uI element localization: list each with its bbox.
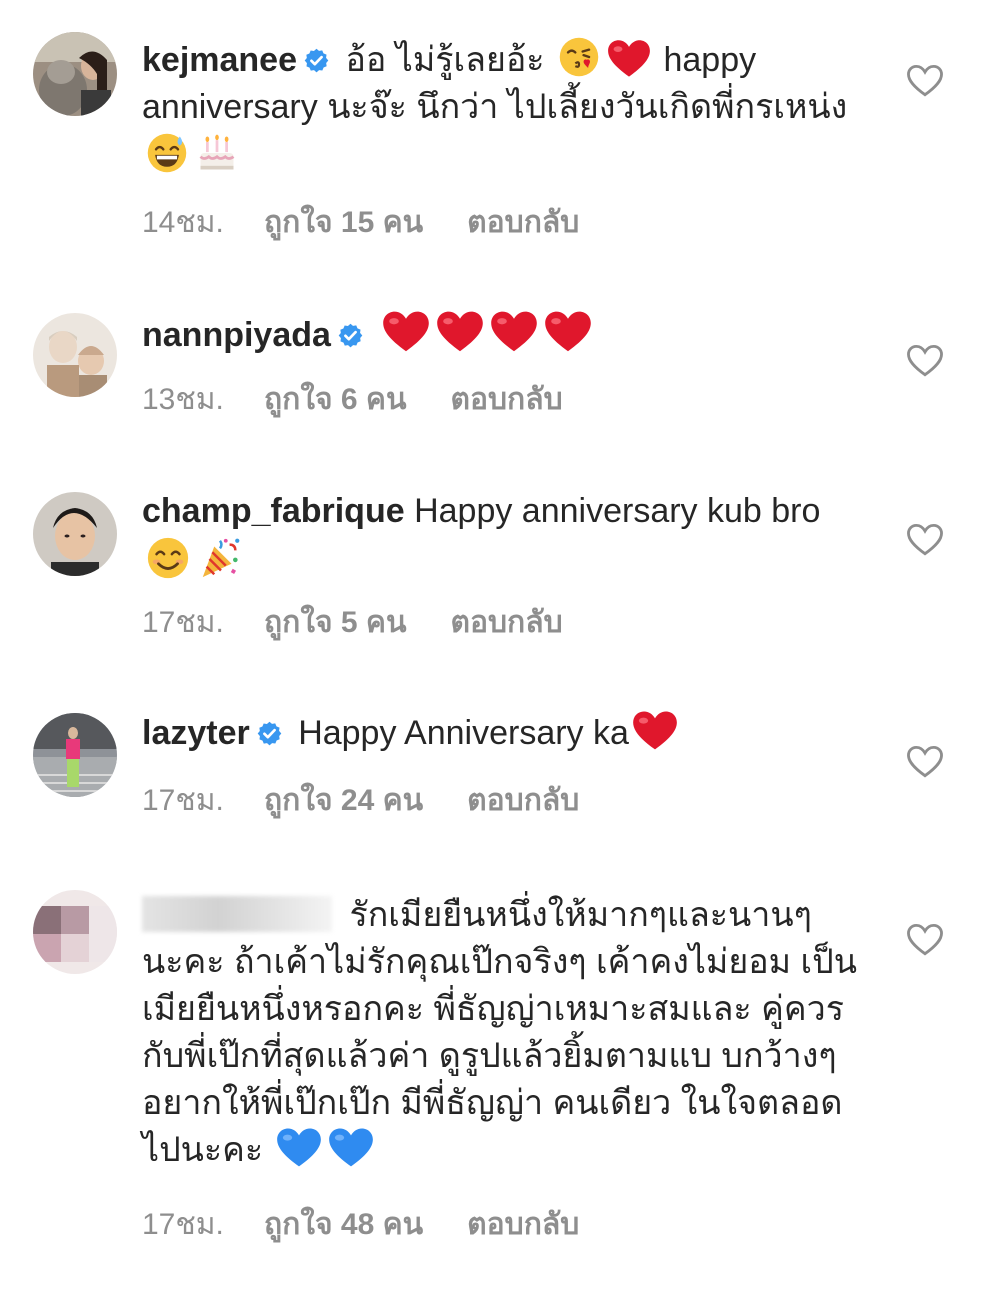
comment-time: 17ชม. — [142, 606, 224, 639]
red-heart-emoji — [632, 710, 678, 752]
comment-time: 13ชม. — [142, 383, 224, 416]
comment-text: Happy Anniversary ka — [298, 714, 629, 752]
reply-button[interactable]: ตอบกลับ — [451, 376, 563, 423]
avatar[interactable] — [33, 713, 117, 797]
like-heart-icon[interactable] — [906, 344, 944, 378]
comment-time: 17ชม. — [142, 784, 224, 817]
blurred-username — [142, 896, 332, 932]
comment-body: รักเมียยืนหนึ่งให้มากๆและนานๆ นะคะ ถ้าเค… — [142, 892, 862, 1174]
avatar[interactable] — [33, 32, 117, 116]
avatar[interactable] — [33, 313, 117, 397]
comment-time: 14ชม. — [142, 206, 224, 239]
comment-body: kejmanee อ้อ ไม่รู้เลยอ้ะ happy annivers… — [142, 35, 862, 180]
red-heart-emoji — [436, 310, 484, 354]
comment-likes[interactable]: ถูกใจ 15 คน — [264, 199, 423, 246]
comment-time: 17ชม. — [142, 1208, 224, 1241]
comment-meta: 13ชม. ถูกใจ 6 คน ตอบกลับ — [142, 376, 563, 423]
reply-button[interactable]: ตอบกลับ — [467, 199, 579, 246]
smiling-face-emoji — [145, 535, 191, 581]
red-heart-emoji — [607, 39, 651, 79]
comment-meta: 17ชม. ถูกใจ 5 คน ตอบกลับ — [142, 599, 563, 646]
red-heart-emoji — [382, 310, 430, 354]
reply-button[interactable]: ตอบกลับ — [467, 777, 579, 824]
blue-heart-emoji — [328, 1127, 374, 1169]
party-popper-emoji — [197, 535, 243, 581]
birthday-cake-emoji — [195, 131, 239, 175]
kissing-face-emoji — [557, 35, 601, 79]
blue-heart-emoji — [276, 1127, 322, 1169]
comment-likes[interactable]: ถูกใจ 48 คน — [264, 1201, 423, 1248]
comment-meta: 17ชม. ถูกใจ 48 คน ตอบกลับ — [142, 1201, 579, 1248]
verified-badge-icon — [256, 720, 283, 747]
comment-likes[interactable]: ถูกใจ 24 คน — [264, 777, 423, 824]
comment-username[interactable]: champ_fabrique — [142, 492, 405, 530]
red-heart-emoji — [490, 310, 538, 354]
comment-meta: 17ชม. ถูกใจ 24 คน ตอบกลับ — [142, 777, 579, 824]
comment-meta: 14ชม. ถูกใจ 15 คน ตอบกลับ — [142, 199, 579, 246]
like-heart-icon[interactable] — [906, 923, 944, 957]
red-heart-emoji — [544, 310, 592, 354]
comment-likes[interactable]: ถูกใจ 5 คน — [264, 599, 407, 646]
comment-username[interactable]: kejmanee — [142, 41, 297, 79]
like-heart-icon[interactable] — [906, 745, 944, 779]
comment-body: champ_fabrique Happy anniversary kub bro — [142, 488, 862, 586]
reply-button[interactable]: ตอบกลับ — [451, 599, 563, 646]
avatar[interactable] — [33, 492, 117, 576]
reply-button[interactable]: ตอบกลับ — [467, 1201, 579, 1248]
comment-body: lazyter Happy Anniversary ka — [142, 710, 862, 757]
verified-badge-icon — [303, 47, 330, 74]
verified-badge-icon — [337, 322, 364, 349]
like-heart-icon[interactable] — [906, 64, 944, 98]
like-heart-icon[interactable] — [906, 523, 944, 557]
comment-text: Happy anniversary kub bro — [414, 492, 821, 530]
comment-username[interactable]: nannpiyada — [142, 316, 331, 354]
comment-likes[interactable]: ถูกใจ 6 คน — [264, 376, 407, 423]
comment-text: รักเมียยืนหนึ่งให้มากๆและนานๆ นะคะ ถ้าเค… — [142, 896, 857, 1169]
avatar[interactable] — [33, 890, 117, 974]
grinning-sweat-emoji — [145, 131, 189, 175]
comment-body: nannpiyada — [142, 310, 862, 359]
comment-username[interactable]: lazyter — [142, 714, 250, 752]
comment-text: อ้อ ไม่รู้เลยอ้ะ — [345, 41, 545, 79]
